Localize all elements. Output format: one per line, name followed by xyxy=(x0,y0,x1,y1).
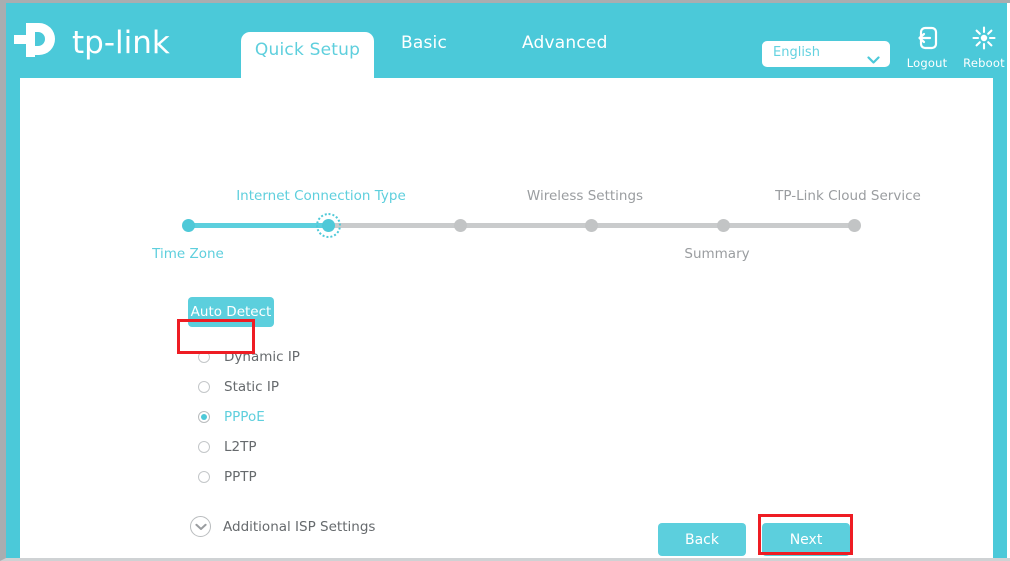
stepper-label-summary: Summary xyxy=(684,246,750,262)
radio-mark-icon xyxy=(198,381,210,393)
left-rail xyxy=(6,78,20,558)
svg-text:tp-link: tp-link xyxy=(72,25,170,61)
stepper-label-wireless-settings: Wireless Settings xyxy=(526,188,644,204)
radio-dynamic-ip[interactable]: Dynamic IP xyxy=(198,342,300,372)
router-setup-window: tp-link Quick Setup Basic Advanced Engli… xyxy=(0,0,1010,561)
radio-label: Static IP xyxy=(224,379,280,395)
stepper-label-internet-connection-type: Internet Connection Type xyxy=(236,188,406,204)
stepper-dot-cloud-service xyxy=(848,219,861,232)
radio-pppoe[interactable]: PPPoE xyxy=(198,402,300,432)
next-button[interactable]: Next xyxy=(762,523,850,556)
radio-label: PPPoE xyxy=(224,409,265,425)
stepper-dot-wireless-settings xyxy=(454,219,467,232)
radio-pptp[interactable]: PPTP xyxy=(198,462,300,492)
chevron-down-circle-icon xyxy=(190,516,211,537)
language-select-value: English xyxy=(773,45,820,60)
auto-detect-button[interactable]: Auto Detect xyxy=(188,297,274,327)
stepper-dot-4 xyxy=(585,219,598,232)
radio-label: L2TP xyxy=(224,439,257,455)
additional-isp-settings-label: Additional ISP Settings xyxy=(223,518,376,535)
reboot-button[interactable]: Reboot xyxy=(956,26,1010,70)
tab-quick-setup-label: Quick Setup xyxy=(254,40,361,60)
logout-button[interactable]: Logout xyxy=(899,26,955,70)
radio-mark-icon xyxy=(198,441,210,453)
radio-mark-selected-icon xyxy=(198,411,210,423)
logout-icon xyxy=(916,26,938,54)
stepper-track-progress xyxy=(188,223,335,228)
back-button[interactable]: Back xyxy=(658,523,746,556)
main-content: Time Zone Internet Connection Type Wirel… xyxy=(20,78,993,558)
radio-label: Dynamic IP xyxy=(224,349,300,365)
radio-l2tp[interactable]: L2TP xyxy=(198,432,300,462)
right-rail xyxy=(993,78,1007,558)
setup-progress-stepper: Time Zone Internet Connection Type Wirel… xyxy=(20,78,993,262)
radio-label: PPTP xyxy=(224,469,257,485)
app-header: tp-link Quick Setup Basic Advanced Engli… xyxy=(6,3,1007,78)
tp-link-logo-icon: tp-link xyxy=(14,19,194,65)
connection-type-radio-group: Dynamic IP Static IP PPPoE L2TP PPTP xyxy=(198,342,300,492)
stepper-label-cloud-service: TP-Link Cloud Service xyxy=(775,188,921,204)
stepper-dot-summary xyxy=(717,219,730,232)
reboot-icon xyxy=(972,26,996,54)
language-select[interactable]: English xyxy=(762,41,890,67)
tab-quick-setup[interactable]: Quick Setup xyxy=(241,32,374,78)
radio-static-ip[interactable]: Static IP xyxy=(198,372,300,402)
reboot-label: Reboot xyxy=(963,56,1005,70)
additional-isp-settings-toggle[interactable]: Additional ISP Settings xyxy=(190,516,375,537)
radio-mark-icon xyxy=(198,351,210,363)
stepper-label-time-zone: Time Zone xyxy=(152,246,224,262)
tab-basic[interactable]: Basic xyxy=(401,33,447,53)
chevron-down-icon xyxy=(867,50,880,69)
tab-advanced[interactable]: Advanced xyxy=(522,33,608,53)
stepper-dot-internet-connection-type xyxy=(316,213,341,238)
stepper-dot-time-zone xyxy=(182,219,195,232)
radio-mark-icon xyxy=(198,471,210,483)
logout-label: Logout xyxy=(906,56,948,70)
